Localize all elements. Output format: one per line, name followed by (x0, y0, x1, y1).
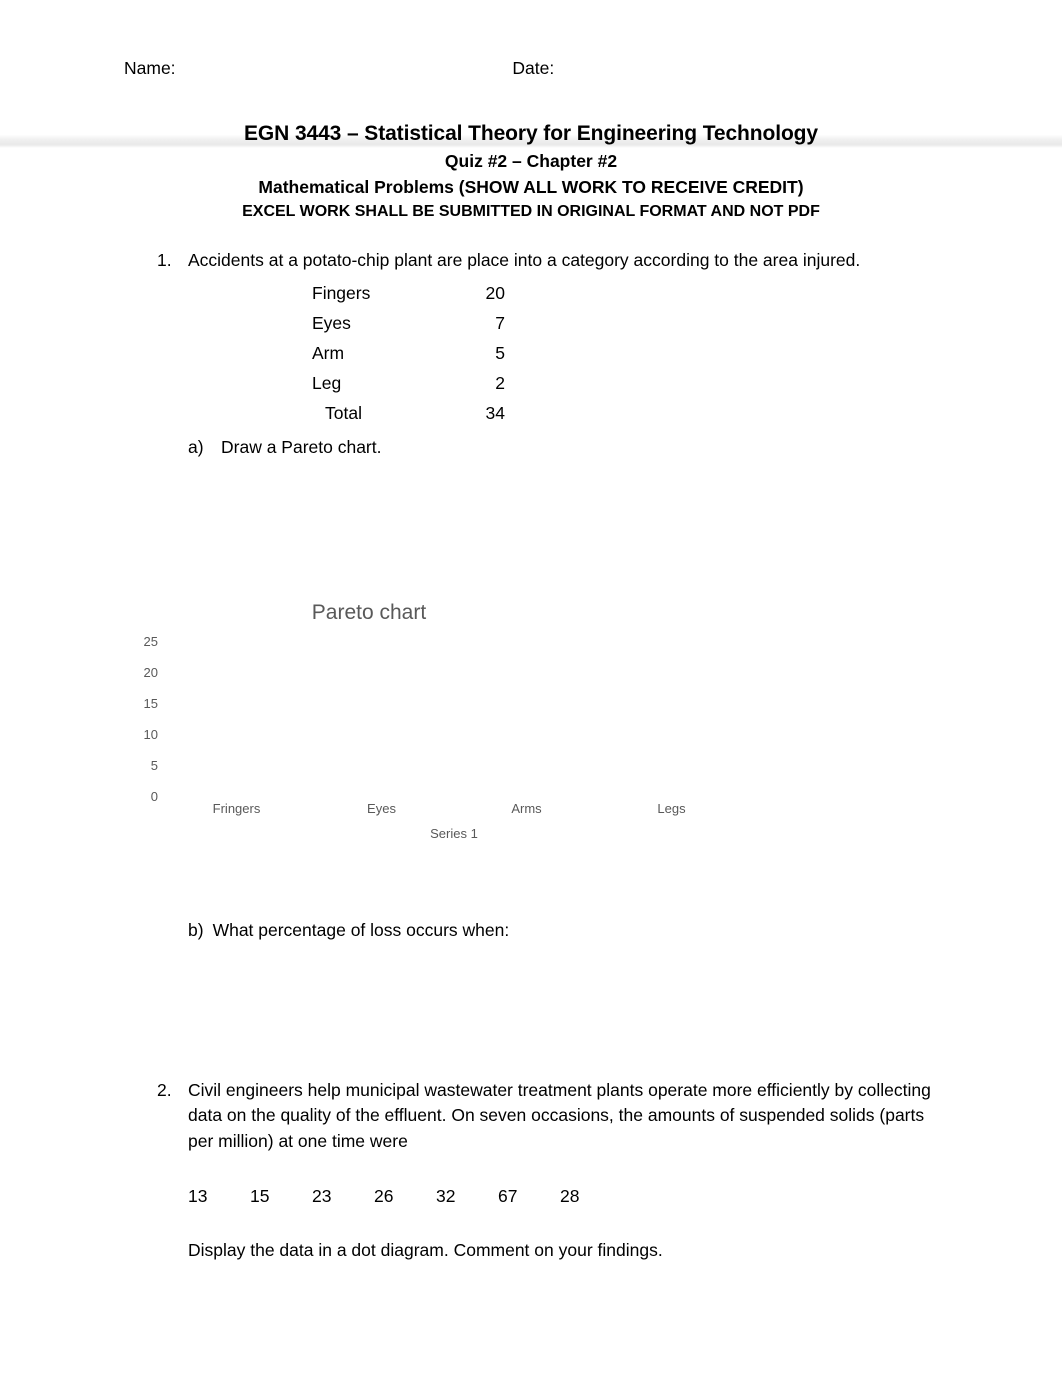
y-axis-tick: 0 (150, 789, 158, 805)
question-2-data-values: 13 15 23 26 32 67 28 (188, 1184, 608, 1209)
data-value: 32 (436, 1186, 456, 1207)
y-axis-tick: 25 (143, 634, 158, 650)
table-row: Arm 5 (312, 339, 505, 369)
table-total-row: Total 34 (312, 399, 505, 429)
date-label: Date: (512, 58, 555, 78)
question-1a-text: Draw a Pareto chart. (221, 436, 382, 457)
data-value: 13 (188, 1186, 208, 1207)
question-1-marker: 1. (157, 250, 172, 270)
question-2-prompt: Civil engineers help municipal wastewate… (188, 1080, 931, 1151)
category-value: 20 (485, 283, 505, 304)
question-2-prompt-row: 2. Civil engineers help municipal wastew… (157, 1078, 947, 1154)
question-1b-text: What percentage of loss occurs when: (212, 920, 510, 940)
question-2: 2. Civil engineers help municipal wastew… (157, 1078, 947, 1263)
quiz-subtitle: Quiz #2 – Chapter #2 (444, 151, 618, 172)
document-page: Name: Date: EGN 3443 – Statistical Theor… (0, 0, 1062, 1377)
category-value: 2 (495, 372, 505, 393)
total-label: Total (325, 402, 362, 423)
category-label: Eyes (312, 313, 351, 334)
chart-title: Pareto chart (311, 601, 427, 624)
course-title: EGN 3443 – Statistical Theory for Engine… (0, 120, 1062, 149)
y-axis-tick: 10 (143, 727, 158, 743)
table-row: Eyes 7 (312, 309, 505, 339)
question-1a-marker: a) (188, 436, 204, 457)
name-label: Name: (124, 58, 176, 78)
title-block: EGN 3443 – Statistical Theory for Engine… (0, 120, 1062, 224)
data-value: 28 (560, 1186, 580, 1207)
question-1-prompt-row: 1. Accidents at a potato-chip plant are … (157, 248, 947, 273)
legend-entry: Series 1 (430, 826, 478, 842)
data-value: 26 (374, 1186, 394, 1207)
data-value: 23 (312, 1186, 332, 1207)
instructions-line: Mathematical Problems (SHOW ALL WORK TO … (258, 176, 804, 197)
chart-body: 25 20 15 10 5 0 Fringers Eyes Arms Legs … (124, 634, 744, 841)
category-label: Fingers (312, 283, 371, 304)
y-axis-tick: 5 (150, 758, 158, 774)
category-label: Leg (312, 372, 342, 393)
category-value: 7 (495, 313, 505, 334)
x-axis-tick: Eyes (367, 801, 396, 817)
chart-x-axis: Fringers Eyes Arms Legs (164, 795, 744, 817)
table-row: Leg 2 (312, 369, 505, 399)
pareto-chart[interactable]: Pareto chart 25 20 15 10 5 0 Fringers Ey… (124, 596, 744, 851)
submission-note: EXCEL WORK SHALL BE SUBMITTED IN ORIGINA… (242, 202, 820, 220)
chart-legend: Series 1 (164, 825, 744, 843)
question-2-instruction: Display the data in a dot diagram. Comme… (188, 1239, 663, 1260)
x-axis-tick: Fringers (212, 801, 261, 817)
table-row: Fingers 20 (312, 279, 505, 309)
question-1a: a) Draw a Pareto chart. (188, 435, 947, 460)
question-1b: b) What percentage of loss occurs when: (188, 918, 509, 943)
x-axis-tick: Legs (657, 801, 686, 817)
document-header: Name: Date: (124, 58, 924, 79)
accident-data-table: Fingers 20 Eyes 7 Arm 5 Leg 2 Total 34 (312, 279, 505, 428)
chart-plot-area (164, 635, 744, 796)
category-label: Arm (312, 343, 345, 364)
question-1: 1. Accidents at a potato-chip plant are … (157, 248, 947, 460)
chart-y-axis: 25 20 15 10 5 0 (124, 634, 158, 803)
y-axis-tick: 15 (143, 696, 158, 712)
question-1b-marker: b) (188, 920, 204, 940)
question-2-marker: 2. (157, 1080, 172, 1100)
total-value: 34 (485, 402, 505, 423)
category-value: 5 (495, 343, 505, 364)
data-value: 15 (250, 1186, 270, 1207)
data-value: 67 (498, 1186, 518, 1207)
y-axis-tick: 20 (143, 665, 158, 681)
x-axis-tick: Arms (511, 801, 542, 817)
question-1-prompt: Accidents at a potato-chip plant are pla… (188, 250, 861, 270)
